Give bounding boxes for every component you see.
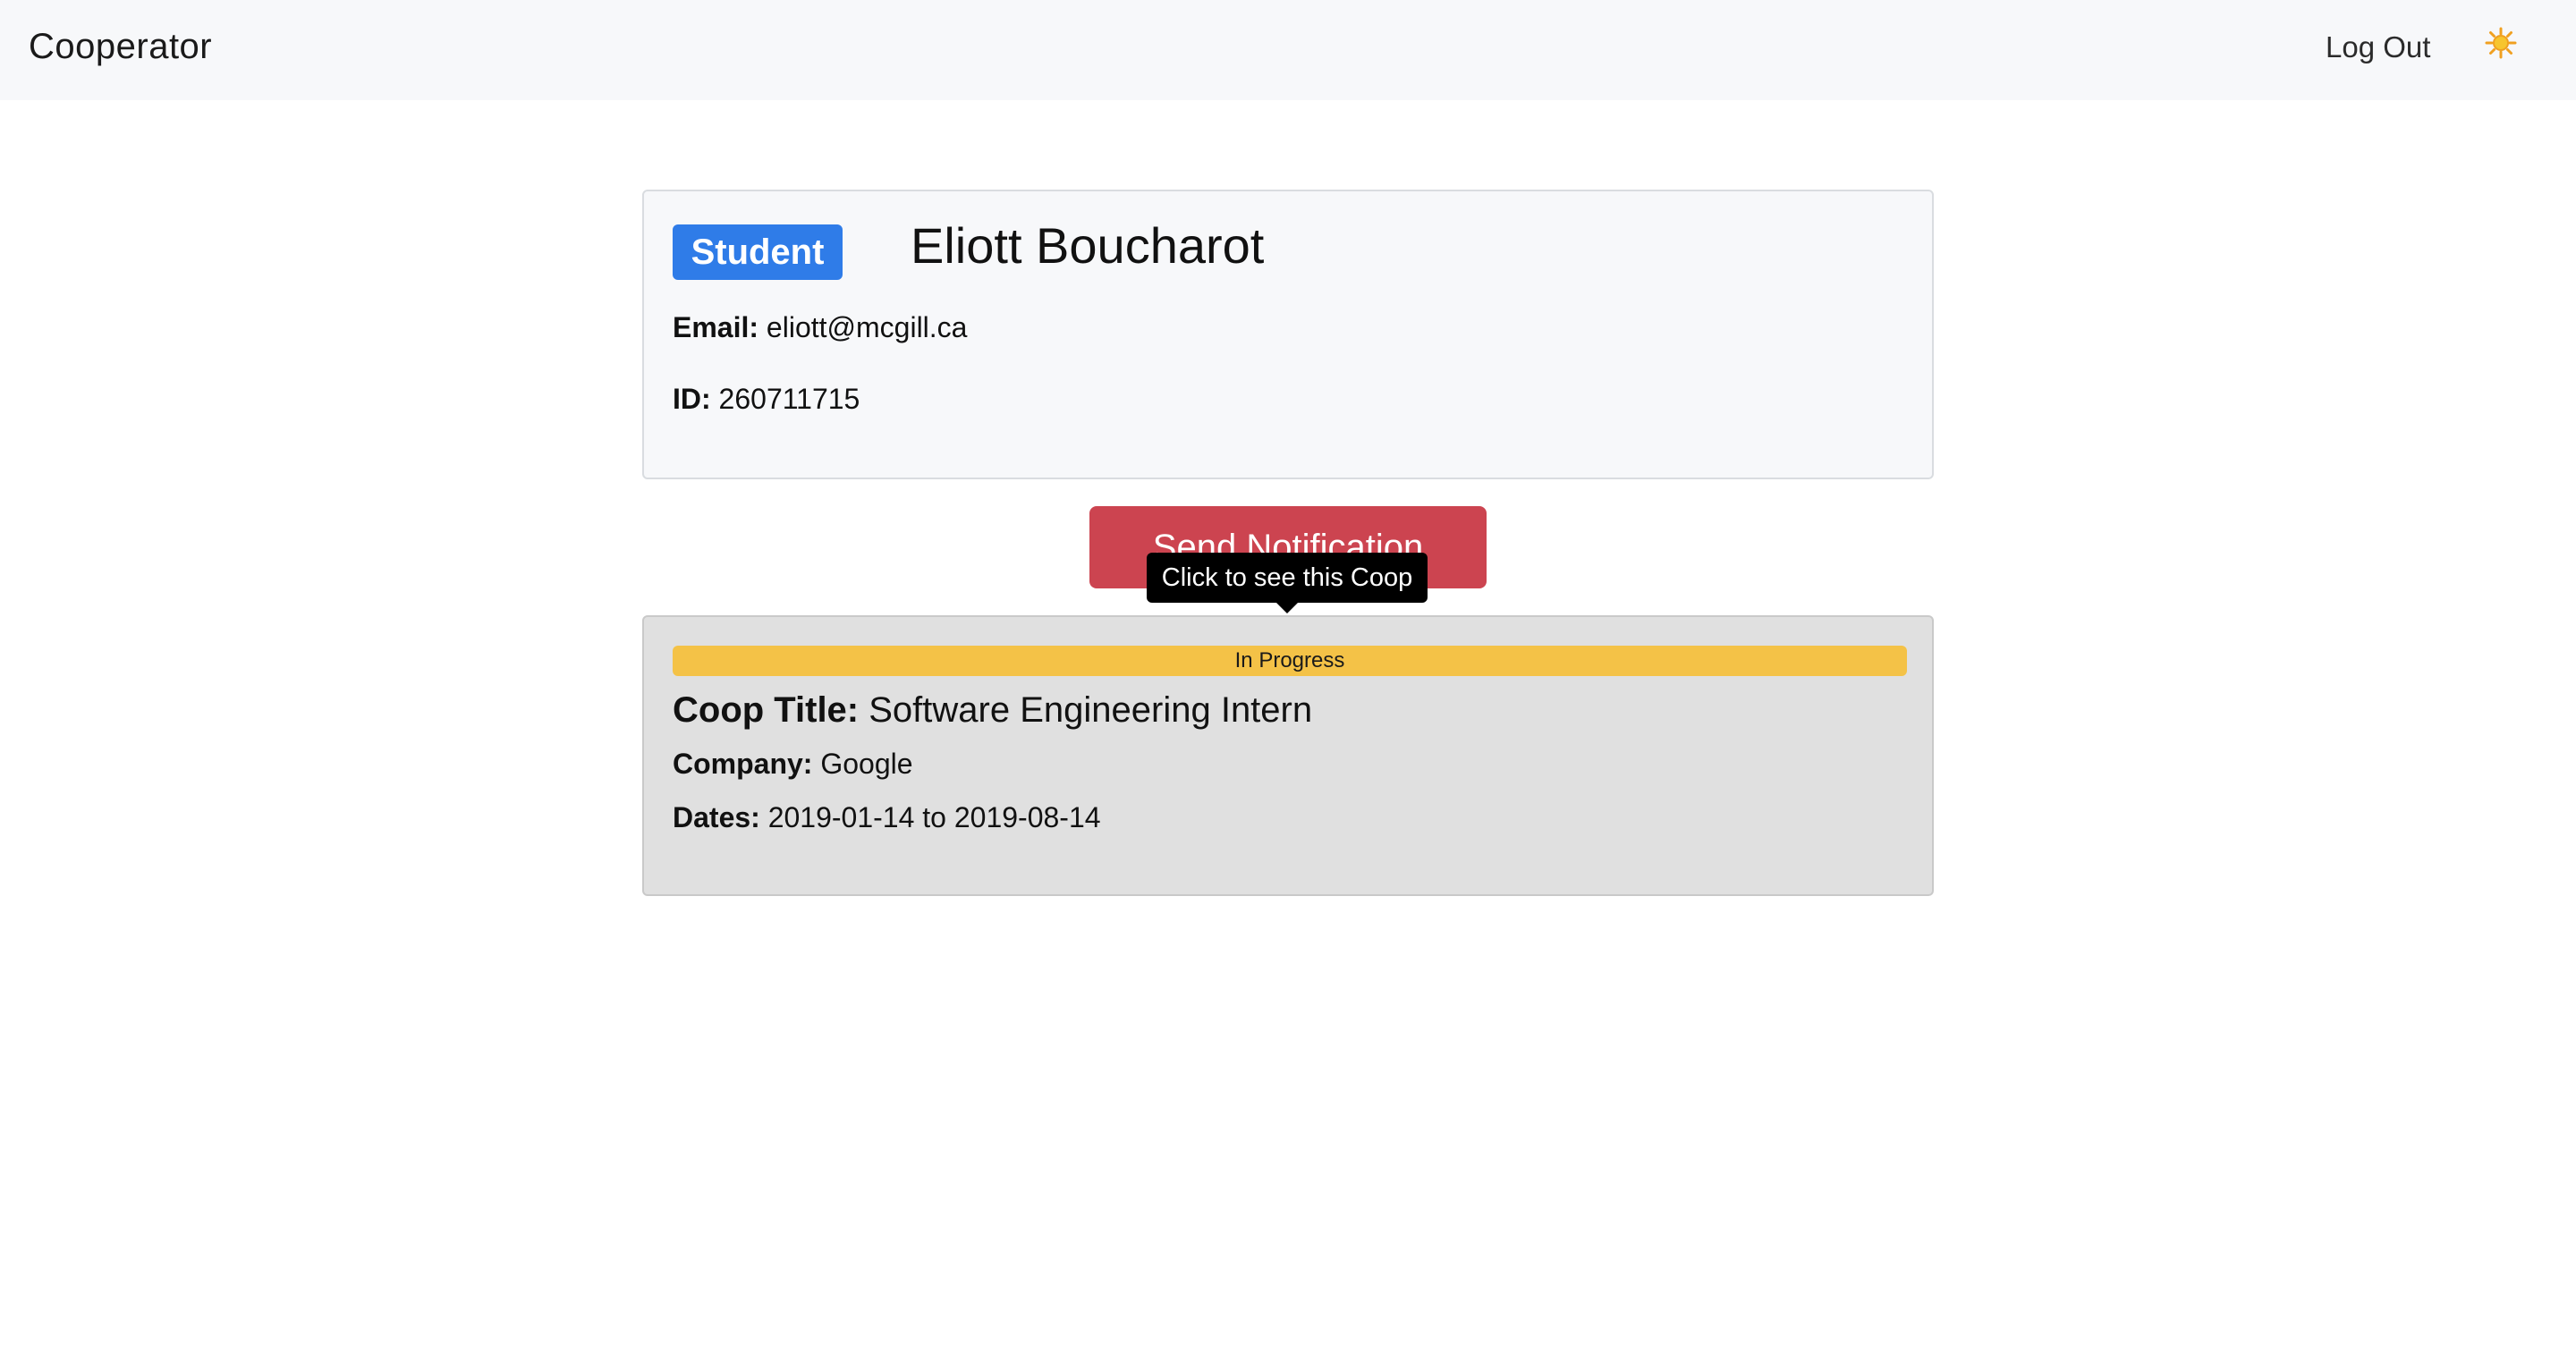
coop-tooltip: Click to see this Coop	[1147, 553, 1428, 603]
logout-link[interactable]: Log Out	[2326, 30, 2430, 64]
coop-card[interactable]: In Progress Coop Title: Software Enginee…	[642, 615, 1934, 896]
tooltip-arrow	[1276, 603, 1298, 613]
coop-title-label: Coop Title:	[673, 690, 860, 730]
id-value: 260711715	[718, 383, 860, 415]
student-role-badge: Student	[673, 224, 843, 280]
id-label: ID:	[673, 383, 711, 415]
company-value: Google	[820, 748, 913, 780]
sun-icon[interactable]	[2485, 27, 2517, 59]
coop-title-value: Software Engineering Intern	[869, 690, 1313, 730]
company-label: Company:	[673, 748, 813, 780]
dates-row: Dates: 2019-01-14 to 2019-08-14	[673, 801, 1101, 834]
email-label: Email:	[673, 311, 759, 343]
student-name: Eliott Boucharot	[911, 217, 1265, 274]
coop-title-row: Coop Title: Software Engineering Intern	[673, 690, 1312, 731]
dates-value: 2019-01-14 to 2019-08-14	[767, 801, 1101, 833]
student-profile-card: Student Eliott Boucharot Email: eliott@m…	[642, 190, 1934, 479]
id-row: ID: 260711715	[673, 383, 860, 416]
email-value: eliott@mcgill.ca	[766, 311, 968, 343]
company-row: Company: Google	[673, 748, 913, 781]
brand-logo[interactable]: Cooperator	[29, 27, 212, 67]
sun-icon-graphic	[2485, 27, 2517, 59]
navbar: Cooperator Log Out	[0, 0, 2576, 100]
coop-status-bar: In Progress	[673, 646, 1907, 676]
email-row: Email: eliott@mcgill.ca	[673, 311, 967, 344]
dates-label: Dates:	[673, 801, 760, 833]
